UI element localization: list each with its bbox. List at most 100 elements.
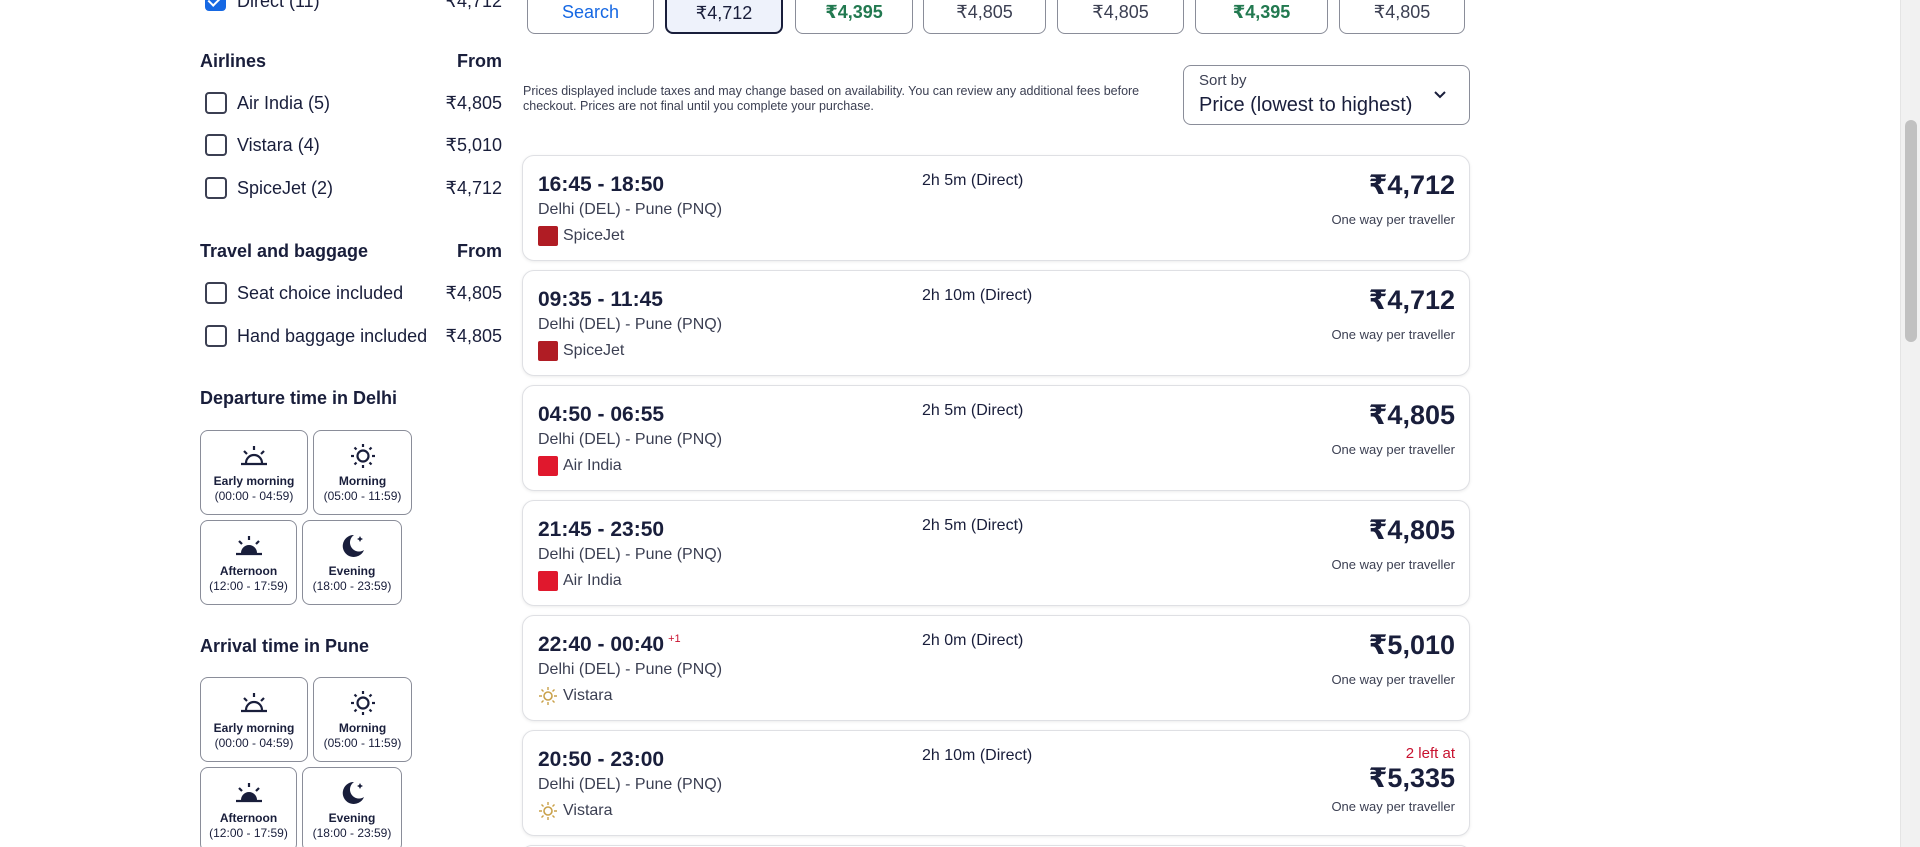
checkbox[interactable] bbox=[205, 325, 227, 347]
filter-spicejet[interactable]: SpiceJet (2) ₹4,712 bbox=[200, 175, 502, 201]
scrollbar-thumb[interactable] bbox=[1905, 120, 1917, 342]
date-tab[interactable]: ₹4,805 bbox=[923, 0, 1046, 34]
filter-air-india[interactable]: Air India (5) ₹4,805 bbox=[200, 90, 502, 116]
sun-icon bbox=[350, 691, 375, 715]
flight-route: Delhi (DEL) - Pune (PNQ) bbox=[538, 431, 723, 448]
date-tab[interactable]: ₹4,805 bbox=[1057, 0, 1184, 34]
flight-duration: 2h 5m (Direct) bbox=[922, 172, 1024, 189]
next-day-badge: +1 bbox=[668, 633, 681, 645]
flight-duration: 2h 10m (Direct) bbox=[922, 287, 1033, 304]
checkbox-checked[interactable] bbox=[205, 0, 226, 11]
flight-times-text: 22:40 - 00:40 bbox=[538, 633, 665, 656]
airline-info: SpiceJet bbox=[538, 341, 624, 361]
checkbox[interactable] bbox=[205, 134, 227, 156]
departure-early-morning[interactable]: Early morning (00:00 - 04:59) bbox=[200, 430, 308, 515]
flight-times: 20:50 - 23:00 bbox=[538, 748, 665, 771]
filter-price: ₹4,805 bbox=[445, 326, 503, 346]
filter-seat-choice[interactable]: Seat choice included ₹4,805 bbox=[200, 280, 502, 306]
price-disclaimer: Prices displayed include taxes and may c… bbox=[523, 84, 1140, 113]
date-tab[interactable]: ₹4,805 bbox=[1339, 0, 1465, 34]
departure-evening[interactable]: Evening (18:00 - 23:59) bbox=[302, 520, 402, 605]
filter-price: ₹4,712 bbox=[445, 0, 503, 11]
filter-price: ₹5,010 bbox=[445, 135, 503, 155]
flight-times: 04:50 - 06:55 bbox=[538, 403, 665, 426]
flight-card[interactable]: 20:50 - 23:00 Delhi (DEL) - Pune (PNQ) V… bbox=[522, 730, 1470, 836]
departure-afternoon[interactable]: Afternoon (12:00 - 17:59) bbox=[200, 520, 297, 605]
departure-morning[interactable]: Morning (05:00 - 11:59) bbox=[313, 430, 412, 515]
flight-price: ₹4,805 bbox=[1368, 515, 1455, 545]
sort-dropdown[interactable]: Sort by Price (lowest to highest) bbox=[1183, 65, 1470, 125]
arrival-early-morning[interactable]: Early morning (00:00 - 04:59) bbox=[200, 677, 308, 762]
flight-duration: 2h 5m (Direct) bbox=[922, 517, 1024, 534]
filter-label: Seat choice included bbox=[237, 283, 404, 303]
arrival-afternoon[interactable]: Afternoon (12:00 - 17:59) bbox=[200, 767, 297, 847]
section-title: Departure time in Delhi bbox=[200, 388, 398, 408]
checkbox[interactable] bbox=[205, 177, 227, 199]
flight-route: Delhi (DEL) - Pune (PNQ) bbox=[538, 316, 723, 333]
filter-hand-baggage[interactable]: Hand baggage included ₹4,805 bbox=[200, 323, 502, 349]
filter-vistara[interactable]: Vistara (4) ₹5,010 bbox=[200, 132, 502, 158]
slot-title: Evening bbox=[328, 564, 376, 578]
flight-card[interactable]: 21:45 - 23:50 Delhi (DEL) - Pune (PNQ) A… bbox=[522, 500, 1470, 606]
spicejet-logo-icon bbox=[538, 341, 558, 361]
slot-title: Morning bbox=[338, 721, 387, 735]
flight-route: Delhi (DEL) - Pune (PNQ) bbox=[538, 661, 723, 678]
airline-info: Air India bbox=[538, 571, 622, 591]
slot-range: (12:00 - 17:59) bbox=[209, 579, 288, 593]
flight-times: 09:35 - 11:45 bbox=[538, 288, 663, 311]
departure-heading: Departure time in Delhi bbox=[200, 388, 502, 409]
date-tab-search[interactable]: Search bbox=[527, 0, 654, 34]
date-tab-selected[interactable]: ₹4,712 bbox=[665, 0, 783, 34]
section-title: Arrival time in Pune bbox=[200, 636, 370, 656]
slot-title: Early morning bbox=[213, 721, 295, 735]
flight-times: 16:45 - 18:50 bbox=[538, 173, 665, 196]
flight-price: ₹4,712 bbox=[1368, 285, 1455, 315]
flight-card[interactable]: 04:50 - 06:55 Delhi (DEL) - Pune (PNQ) A… bbox=[522, 385, 1470, 491]
slot-range: (18:00 - 23:59) bbox=[312, 826, 392, 840]
flight-price: ₹4,712 bbox=[1368, 170, 1455, 200]
filter-direct[interactable]: Direct (11) ₹4,712 bbox=[200, 0, 502, 12]
arrival-evening[interactable]: Evening (18:00 - 23:59) bbox=[302, 767, 402, 847]
price-note: One way per traveller bbox=[1331, 212, 1455, 227]
flight-duration: 2h 5m (Direct) bbox=[922, 402, 1024, 419]
flight-card[interactable]: 09:35 - 11:45 Delhi (DEL) - Pune (PNQ) S… bbox=[522, 270, 1470, 376]
page-scrollbar[interactable] bbox=[1900, 0, 1920, 847]
filter-label: Hand baggage included bbox=[237, 326, 428, 346]
chevron-down-icon bbox=[1434, 91, 1446, 99]
spicejet-logo-icon bbox=[538, 226, 558, 246]
from-label: From bbox=[457, 241, 502, 261]
price-note: One way per traveller bbox=[1331, 557, 1455, 572]
flight-card[interactable]: 22:40 - 00:40 +1 Delhi (DEL) - Pune (PNQ)… bbox=[522, 615, 1470, 721]
baggage-heading: Travel and baggage From bbox=[200, 241, 502, 262]
filter-price: ₹4,712 bbox=[445, 178, 503, 198]
arrival-morning[interactable]: Morning (05:00 - 11:59) bbox=[313, 677, 412, 762]
moon-icon bbox=[342, 534, 364, 557]
slot-range: (18:00 - 23:59) bbox=[312, 579, 392, 593]
vistara-logo-icon bbox=[539, 802, 557, 820]
moon-icon bbox=[342, 781, 364, 804]
slot-title: Morning bbox=[338, 474, 387, 488]
airline-info: Vistara bbox=[538, 686, 613, 706]
slot-range: (05:00 - 11:59) bbox=[323, 489, 402, 503]
section-title: Travel and baggage bbox=[200, 241, 369, 261]
slot-title: Afternoon bbox=[219, 811, 278, 825]
date-tab[interactable]: ₹4,395 bbox=[1195, 0, 1328, 34]
flight-card[interactable]: 16:45 - 18:50 Delhi (DEL) - Pune (PNQ) S… bbox=[522, 155, 1470, 261]
air-india-logo-icon bbox=[538, 571, 558, 591]
slot-range: (00:00 - 04:59) bbox=[214, 736, 294, 750]
sort-value: Price (lowest to highest) bbox=[1199, 94, 1413, 116]
airline-name: SpiceJet bbox=[563, 227, 625, 244]
airline-info: SpiceJet bbox=[538, 226, 624, 246]
flight-duration: 2h 0m (Direct) bbox=[922, 632, 1024, 649]
flight-price: ₹5,010 bbox=[1368, 630, 1455, 660]
flight-price: ₹4,805 bbox=[1368, 400, 1455, 430]
checkbox[interactable] bbox=[205, 92, 227, 114]
checkbox[interactable] bbox=[205, 282, 227, 304]
filter-label: Vistara (4) bbox=[237, 135, 320, 155]
flight-price: ₹5,335 bbox=[1368, 763, 1455, 793]
slot-title: Evening bbox=[328, 811, 376, 825]
filter-label: SpiceJet (2) bbox=[237, 178, 334, 198]
section-title: Airlines bbox=[200, 51, 267, 71]
filter-price: ₹4,805 bbox=[445, 283, 503, 303]
date-tab[interactable]: ₹4,395 bbox=[795, 0, 913, 34]
